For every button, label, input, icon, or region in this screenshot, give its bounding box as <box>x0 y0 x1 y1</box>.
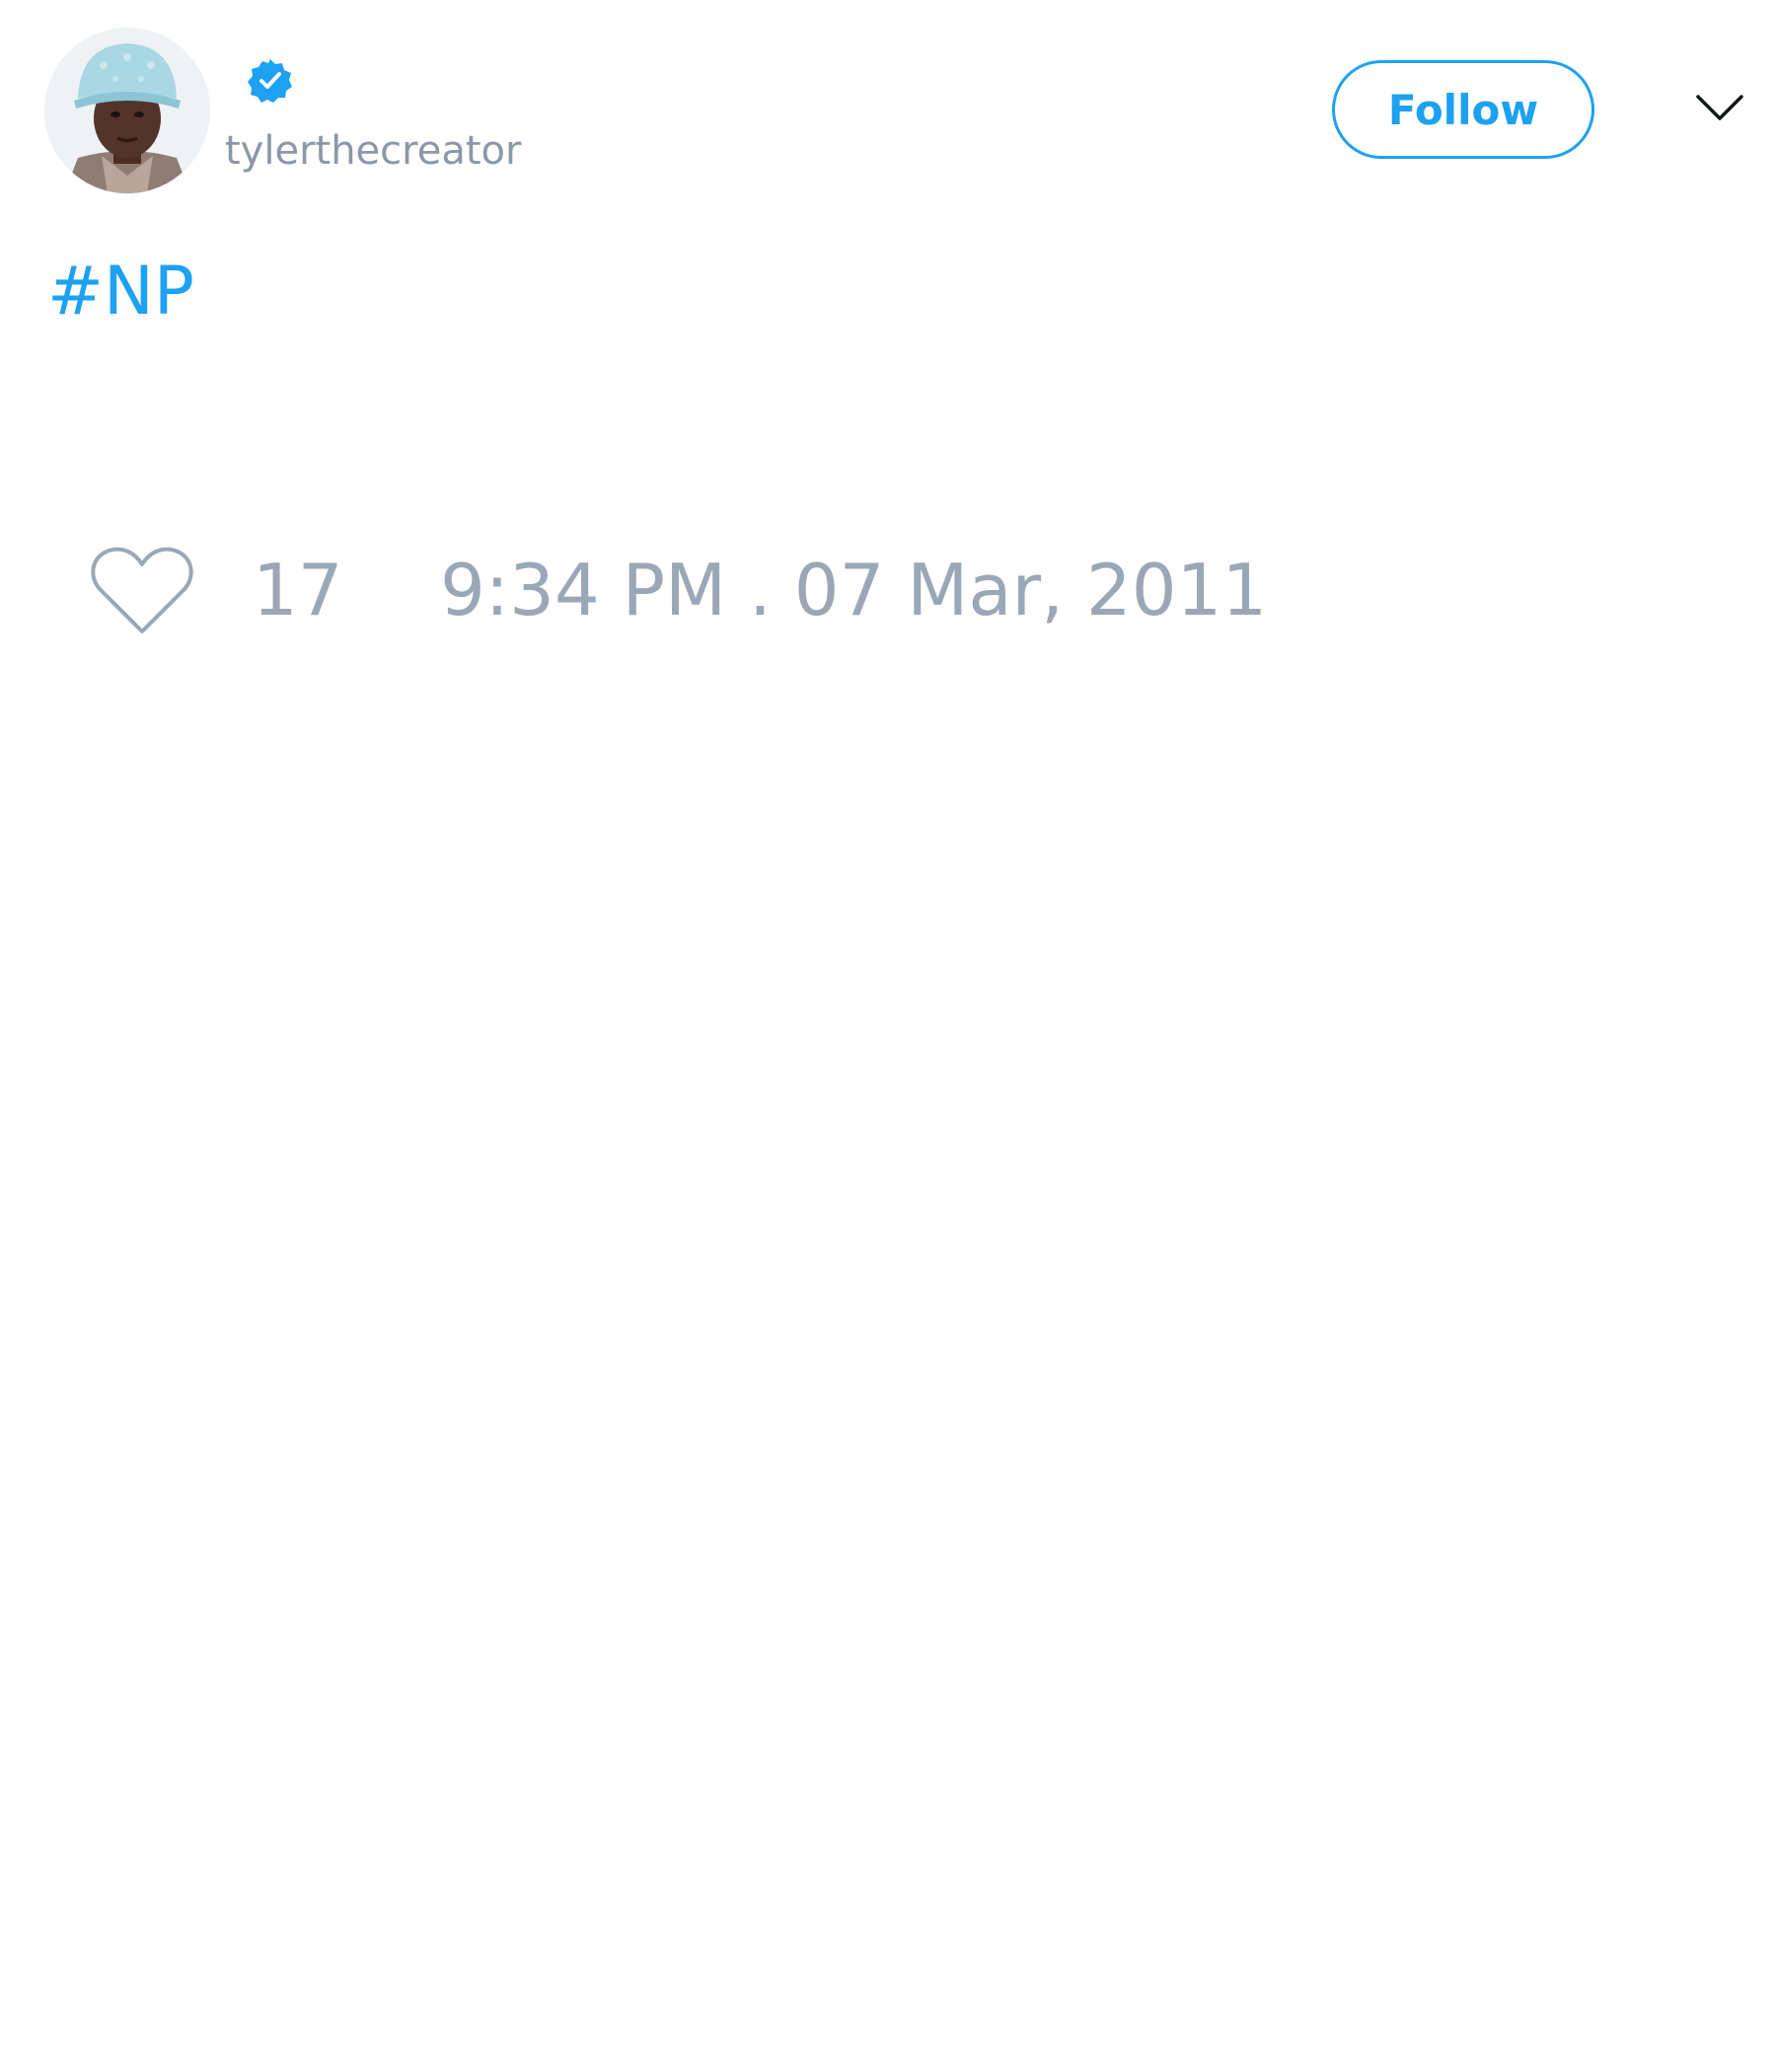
follow-button[interactable]: Follow <box>1332 60 1594 159</box>
like-count: 17 <box>253 549 343 631</box>
tweet-timestamp[interactable]: 9:34 PM . 07 Mar, 2011 <box>440 549 1267 631</box>
tweet-card: tylerthecreator Follow #NP 17 9:34 PM . … <box>0 0 1776 2072</box>
chevron-down-icon[interactable] <box>1695 91 1744 126</box>
avatar-photo <box>44 28 210 193</box>
verified-badge-icon <box>247 57 294 105</box>
heart-icon[interactable] <box>89 545 195 637</box>
user-handle[interactable]: tylerthecreator <box>225 124 521 178</box>
tweet-text-hashtag[interactable]: #NP <box>47 251 194 333</box>
avatar[interactable] <box>44 28 210 193</box>
